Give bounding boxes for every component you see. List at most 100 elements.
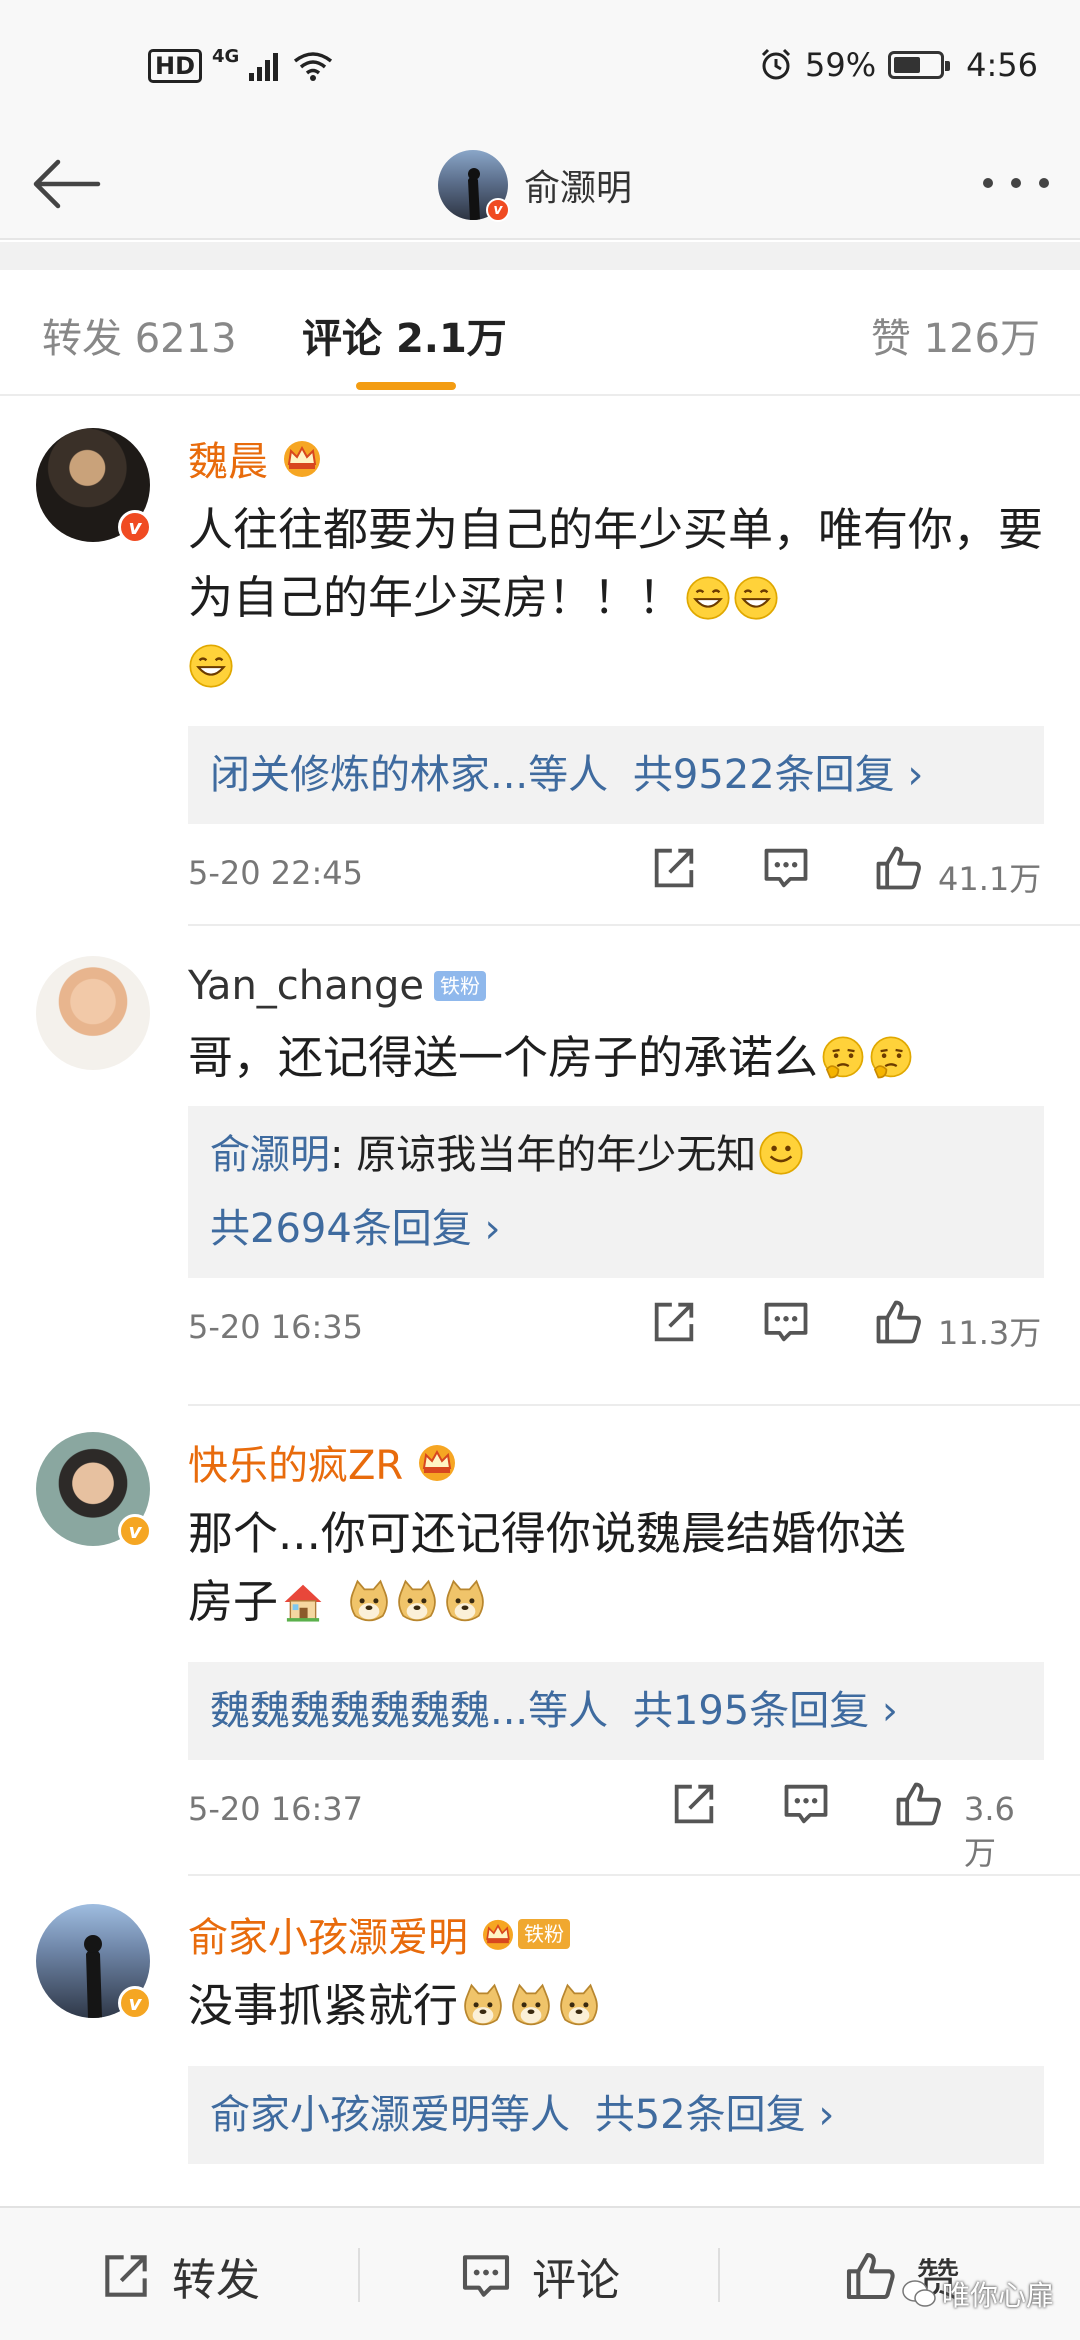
- comment-icon: [458, 2248, 514, 2304]
- tab-repost-count: 6213: [134, 316, 237, 362]
- verified-badge-icon: v: [486, 198, 510, 222]
- more-options-icon[interactable]: [980, 168, 1052, 198]
- verified-badge-icon: v: [118, 1986, 152, 2020]
- comment-body: 俞家小孩灏爱明 铁粉 没事抓紧就行 俞家小孩灏爱明等人 共52条回复 ›: [188, 1904, 1044, 2164]
- reply-preview-box[interactable]: 俞家小孩灏爱明等人 共52条回复 ›: [188, 2066, 1044, 2164]
- page-title: 俞灏明: [524, 168, 633, 209]
- comment-text-content: 哥，还记得送一个房子的承诺么: [188, 1031, 819, 1084]
- reply-preview-box[interactable]: 闭关修炼的林家...等人 共9522条回复 ›: [188, 726, 1044, 824]
- crown-member-icon: [413, 1442, 461, 1482]
- reply-author[interactable]: 俞灏明: [210, 1132, 330, 1178]
- share-icon[interactable]: [648, 842, 700, 894]
- doge-emoji-icon: [460, 1983, 506, 2029]
- reply-users[interactable]: 闭关修炼的林家...等人: [210, 752, 608, 798]
- share-icon[interactable]: [648, 1296, 700, 1348]
- house-emoji-icon: [280, 1579, 326, 1625]
- doge-emoji-icon: [508, 1983, 554, 2029]
- like-icon[interactable]: [872, 1296, 924, 1348]
- comment-body: 快乐的疯ZR 那个...你可还记得你说魏晨结婚你送 房子 魏魏魏魏魏魏魏...等人…: [188, 1432, 1044, 1872]
- comment-meta: 5-20 16:35 11.3万: [188, 1278, 1044, 1388]
- reply-count-link[interactable]: 共195条回复 ›: [633, 1688, 898, 1734]
- comment-body: 魏晨 人往往都要为自己的年少买单，唯有你，要为自己的年少买房！！！ 闭关修炼的林…: [188, 428, 1044, 934]
- nav-avatar[interactable]: v: [438, 150, 510, 222]
- comment-text: 人往往都要为自己的年少买单，唯有你，要为自己的年少买房！！！: [188, 496, 1044, 700]
- crown-member-icon: [278, 438, 326, 478]
- battery-percent: 59%: [805, 46, 877, 84]
- doge-emoji-icon: [442, 1579, 488, 1625]
- reply-users[interactable]: 俞家小孩灏爱明等人: [210, 2092, 570, 2138]
- tab-comments-count: 2.1万: [395, 316, 507, 362]
- comment-divider: [188, 1404, 1080, 1406]
- comment-text: 那个...你可还记得你说魏晨结婚你送 房子: [188, 1500, 1044, 1636]
- comment-username[interactable]: 俞家小孩灏爱明: [188, 1905, 468, 1963]
- battery-fill: [894, 57, 921, 73]
- comment-icon[interactable]: [760, 1296, 812, 1348]
- comment-time: 5-20 22:45: [188, 854, 364, 892]
- reply-count-link[interactable]: 共52条回复 ›: [595, 2092, 835, 2138]
- reply-preview-box[interactable]: 魏魏魏魏魏魏魏...等人 共195条回复 ›: [188, 1662, 1044, 1760]
- smile-emoji-icon: [758, 1130, 804, 1176]
- comment-avatar[interactable]: [36, 956, 150, 1070]
- comment-avatar[interactable]: v: [36, 1904, 152, 2020]
- comment-divider: [188, 924, 1080, 926]
- bar-divider: [358, 2248, 360, 2302]
- bottom-action-bar: 转发 评论 赞 唯你心扉: [0, 2206, 1080, 2340]
- comment-username[interactable]: 快乐的疯ZR: [188, 1433, 403, 1491]
- reply-count-link[interactable]: 共2694条回复 ›: [210, 1206, 501, 1252]
- section-divider: [0, 242, 1080, 270]
- reply-users[interactable]: 魏魏魏魏魏魏魏...等人: [210, 1688, 608, 1734]
- comment-username[interactable]: 魏晨: [188, 429, 268, 487]
- verified-badge-icon: v: [118, 510, 152, 544]
- thinking-emoji-icon: [820, 1035, 866, 1081]
- comment-username[interactable]: Yan_change: [188, 963, 424, 1009]
- watermark: 唯你心扉: [902, 2274, 1054, 2314]
- doge-emoji-icon: [556, 1983, 602, 2029]
- doge-emoji-icon: [346, 1579, 392, 1625]
- nav-bar: v 俞灏明: [0, 130, 1080, 240]
- comment-time: 5-20 16:35: [188, 1308, 364, 1346]
- tab-comments-label: 评论: [302, 316, 382, 362]
- comment-icon[interactable]: [780, 1778, 832, 1830]
- nav-profile[interactable]: v 俞灏明: [438, 140, 632, 230]
- like-count: 3.6万: [964, 1790, 1015, 1872]
- wifi-icon: [294, 52, 333, 81]
- signal-icon: [249, 53, 279, 81]
- comment-text-content: 人往往都要为自己的年少买单，唯有你，要为自己的年少买房！！！: [188, 503, 1044, 624]
- tab-comments[interactable]: 评论 2.1万: [302, 306, 507, 364]
- fan-tag: 铁粉: [518, 1919, 570, 1949]
- like-icon[interactable]: [872, 842, 924, 894]
- comment-icon[interactable]: [760, 842, 812, 894]
- repost-label: 转发: [172, 2255, 260, 2306]
- comment-meta: 5-20 22:45 41.1万: [188, 824, 1044, 934]
- share-icon: [98, 2248, 154, 2304]
- tab-repost-label: 转发: [42, 316, 122, 362]
- network-type: 4G: [212, 46, 240, 67]
- status-bar: HD 4G 59% 4:56: [0, 0, 1080, 130]
- comment-text-line2: 房子: [188, 1575, 279, 1628]
- grin-emoji-icon: [188, 643, 234, 689]
- comment-text: 没事抓紧就行: [188, 1972, 1044, 2040]
- comment-label: 评论: [532, 2255, 620, 2306]
- reply-preview-box[interactable]: 俞灏明: 原谅我当年的年少无知 共2694条回复 ›: [188, 1106, 1044, 1278]
- tab-likes-count: 126万: [923, 316, 1040, 362]
- reply-count-link[interactable]: 共9522条回复 ›: [633, 752, 924, 798]
- verified-badge-icon: v: [118, 1514, 152, 1548]
- like-icon: [842, 2248, 898, 2304]
- tab-repost[interactable]: 转发 6213: [42, 306, 237, 364]
- comment-text-line1: 那个...你可还记得你说魏晨结婚你送: [188, 1507, 906, 1560]
- share-icon[interactable]: [668, 1778, 720, 1830]
- comment-button[interactable]: 评论: [458, 2246, 620, 2306]
- like-count: 41.1万: [938, 860, 1042, 898]
- like-icon[interactable]: [892, 1778, 944, 1830]
- comment-body: Yan_change 铁粉 哥，还记得送一个房子的承诺么 俞灏明: 原谅我当年的…: [188, 956, 1044, 1388]
- active-tab-indicator: [356, 382, 456, 390]
- repost-button[interactable]: 转发: [98, 2246, 260, 2306]
- status-right: 59% 4:56: [759, 40, 1038, 90]
- comment-avatar[interactable]: v: [36, 1432, 152, 1548]
- comment-divider: [188, 1874, 1080, 1876]
- tab-likes[interactable]: 赞 126万: [871, 306, 1040, 364]
- fan-tag: 铁粉: [434, 971, 486, 1001]
- comment-avatar[interactable]: v: [36, 428, 152, 544]
- back-arrow-icon[interactable]: [26, 144, 106, 224]
- reply-text: : 原谅我当年的年少无知: [330, 1132, 757, 1178]
